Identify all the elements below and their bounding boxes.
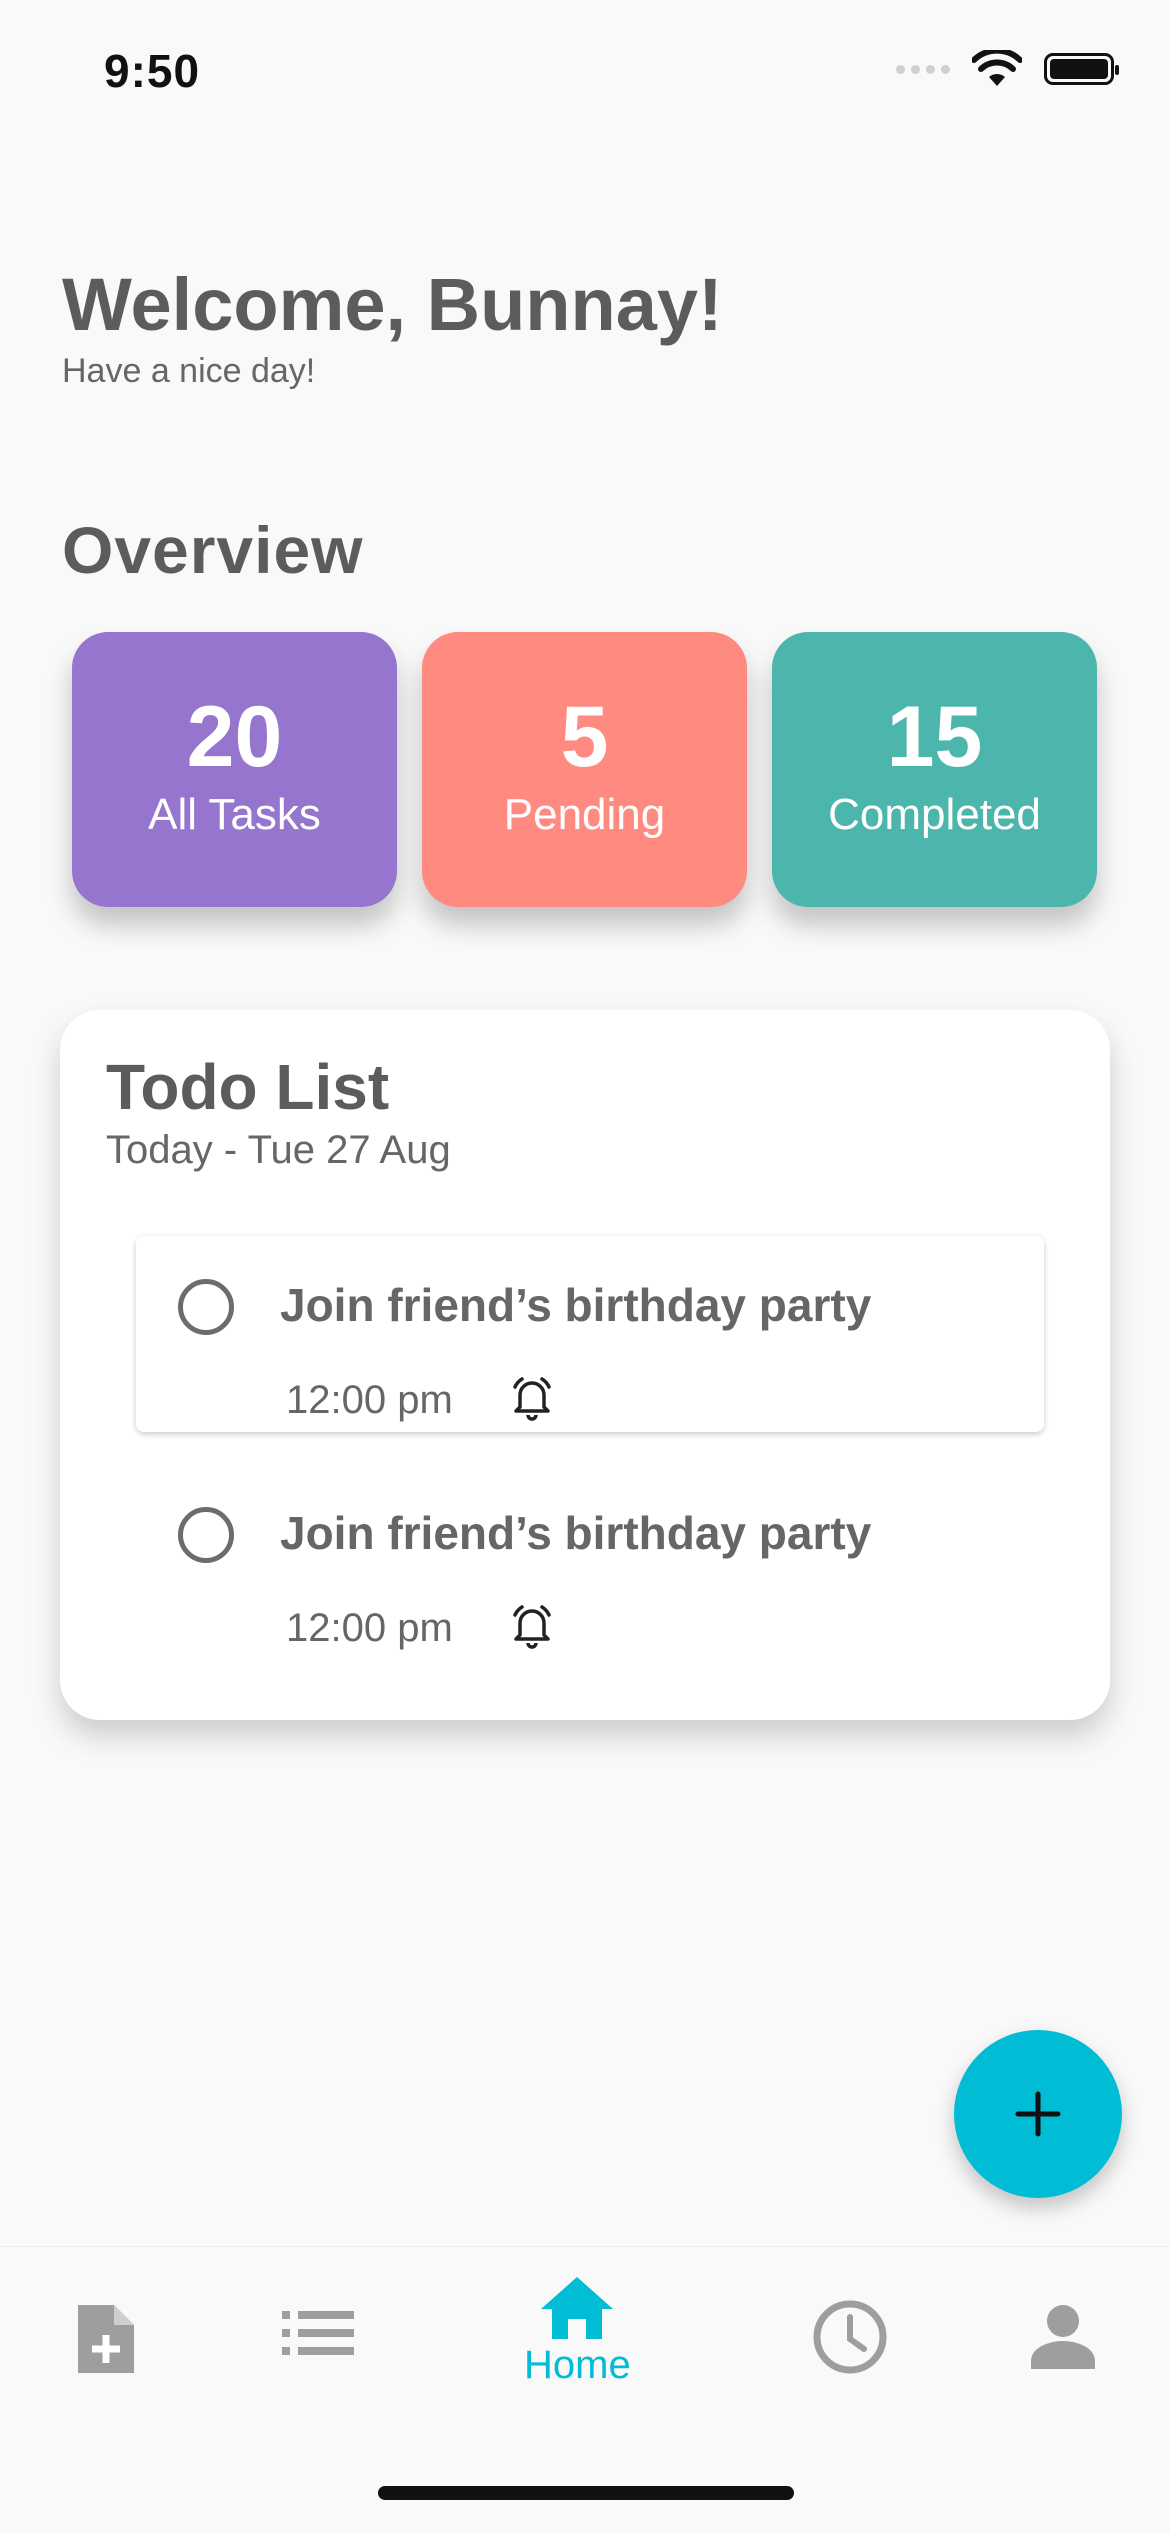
home-icon — [541, 2277, 614, 2339]
todo-item[interactable]: Join friend’s birthday party 12:00 pm — [136, 1236, 1044, 1432]
nav-home[interactable]: Home — [524, 2275, 631, 2388]
todo-text: Join friend’s birthday party — [280, 1507, 872, 1559]
radio-unchecked-icon[interactable] — [178, 1507, 234, 1563]
nav-list[interactable] — [282, 2309, 354, 2357]
welcome-title: Welcome, Bunnay! — [62, 263, 723, 346]
stat-label: All Tasks — [148, 789, 321, 839]
clock-icon — [813, 2300, 887, 2374]
stat-value: 5 — [560, 688, 609, 785]
alarm-icon — [513, 1377, 551, 1421]
plus-icon — [1015, 2091, 1061, 2137]
wifi-icon — [972, 50, 1022, 86]
todo-text: Join friend’s birthday party — [280, 1279, 872, 1331]
person-icon — [1031, 2305, 1095, 2369]
nav-home-label: Home — [524, 2343, 631, 2387]
status-bar: 9:50 — [0, 0, 1170, 150]
add-task-button[interactable] — [954, 2030, 1122, 2198]
list-icon — [282, 2311, 354, 2355]
stat-label: Pending — [503, 789, 666, 839]
welcome-subtitle: Have a nice day! — [62, 352, 316, 390]
overview-title: Overview — [62, 513, 364, 587]
overview-stats: 20 All Tasks 5 Pending 15 Completed — [72, 632, 1097, 907]
radio-unchecked-icon[interactable] — [178, 1279, 234, 1335]
stat-label: Completed — [828, 789, 1041, 839]
stat-card-completed[interactable]: 15 Completed — [772, 632, 1097, 907]
stat-card-all-tasks[interactable]: 20 All Tasks — [72, 632, 397, 907]
todo-card: Todo List Today - Tue 27 Aug Join friend… — [60, 1010, 1110, 1720]
todo-title: Todo List — [106, 1051, 390, 1123]
todo-date: Today - Tue 27 Aug — [106, 1128, 451, 1172]
todo-item[interactable]: Join friend’s birthday party 12:00 pm — [136, 1464, 1044, 1660]
add-document-icon — [78, 2305, 134, 2373]
todo-time: 12:00 pm — [286, 1606, 453, 1650]
battery-icon — [1044, 53, 1119, 85]
todo-time: 12:00 pm — [286, 1378, 453, 1422]
status-icons — [896, 50, 1119, 88]
nav-history[interactable] — [812, 2299, 888, 2375]
stat-value: 15 — [886, 688, 983, 785]
status-time: 9:50 — [104, 45, 201, 97]
nav-profile[interactable] — [1030, 2303, 1096, 2369]
stat-card-pending[interactable]: 5 Pending — [422, 632, 747, 907]
stat-value: 20 — [186, 688, 283, 785]
nav-add-document[interactable] — [74, 2301, 138, 2377]
signal-icon — [896, 64, 950, 74]
alarm-icon — [513, 1605, 551, 1649]
home-indicator — [378, 2486, 794, 2500]
